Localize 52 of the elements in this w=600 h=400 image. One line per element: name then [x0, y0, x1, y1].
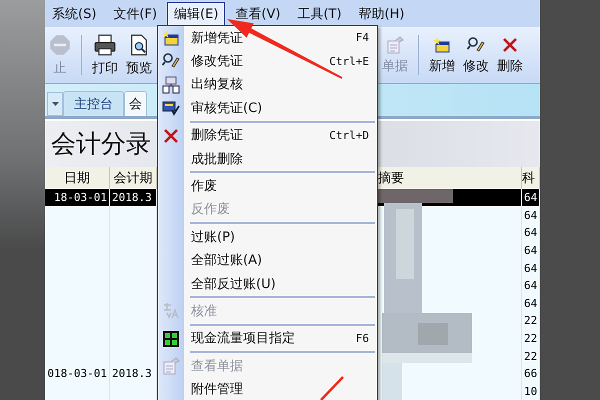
tab[interactable]: 会	[124, 91, 147, 116]
menu-item[interactable]: 过账(P)	[184, 225, 377, 249]
document-icon	[162, 357, 180, 376]
menu-bar-item[interactable]: 查看(V)	[228, 2, 288, 26]
table-cell: 018-03-01	[45, 364, 110, 382]
column-header[interactable]: 摘要	[378, 166, 522, 190]
tab-dropdown[interactable]	[47, 92, 63, 116]
menu-item[interactable]: 现金流量项目指定 F6	[184, 326, 377, 350]
toolbar-button[interactable]: 新增	[425, 36, 459, 75]
table-cell: 64	[522, 188, 540, 206]
document-icon	[386, 36, 404, 54]
tab[interactable]: 主控台	[63, 91, 124, 116]
toolbar-button[interactable]: 删除	[493, 36, 527, 75]
menu-item[interactable]: 新增凭证 F4	[184, 26, 377, 50]
toolbar-button[interactable]: 预览	[122, 34, 156, 77]
annotation-line	[320, 376, 344, 400]
column-header[interactable]: 日期	[45, 166, 110, 190]
table-cell: 2018.3	[110, 188, 157, 206]
menu-item[interactable]: 成批删除	[184, 146, 377, 170]
delete-x-icon	[501, 36, 519, 54]
menu-item[interactable]: 作废	[184, 174, 377, 198]
menu-item[interactable]: 附件管理	[184, 377, 377, 400]
grid-icon	[162, 330, 180, 348]
check-document-icon	[162, 99, 180, 118]
caret-icon	[52, 102, 58, 106]
toolbar-button[interactable]: 修改	[459, 36, 493, 75]
menu-bar-item[interactable]: 工具(T)	[290, 2, 349, 26]
menu-bar-item[interactable]: 文件(F)	[106, 2, 164, 26]
new-folder-icon	[162, 29, 180, 47]
menu-item[interactable]: 修改凭证 Ctrl+E	[184, 49, 377, 73]
menu-bar-item[interactable]: 帮助(H)	[352, 2, 412, 26]
table-cell: 18-03-01	[45, 188, 110, 206]
menu-item[interactable]: 全部过账(A)	[184, 248, 377, 272]
column-header[interactable]: 会计期	[110, 166, 157, 190]
stop-sign-icon	[49, 34, 71, 56]
menu-item[interactable]: 出纳复核	[184, 72, 377, 96]
magnifier-pen-icon	[162, 52, 180, 70]
magnifier-pen-icon	[467, 36, 485, 54]
toolbar-button[interactable]: 打印	[88, 34, 122, 77]
preview-icon	[128, 34, 150, 56]
menu-bar-item[interactable]: 系统(S)	[45, 2, 104, 26]
menu-bar-item[interactable]: 编辑(E)	[167, 2, 226, 26]
menu-item[interactable]: 审核凭证(C)	[184, 96, 377, 120]
network-icon	[162, 76, 180, 94]
menu-item[interactable]: 全部反过账(U)	[184, 272, 377, 296]
column-header[interactable]: 科	[522, 166, 540, 190]
printer-icon	[94, 34, 116, 56]
translate-icon	[162, 302, 180, 320]
page-title: 会计分录	[51, 128, 151, 160]
delete-x-icon	[162, 126, 180, 145]
menu-item[interactable]: 删除凭证 Ctrl+D	[184, 124, 377, 147]
new-folder-icon	[433, 36, 451, 54]
